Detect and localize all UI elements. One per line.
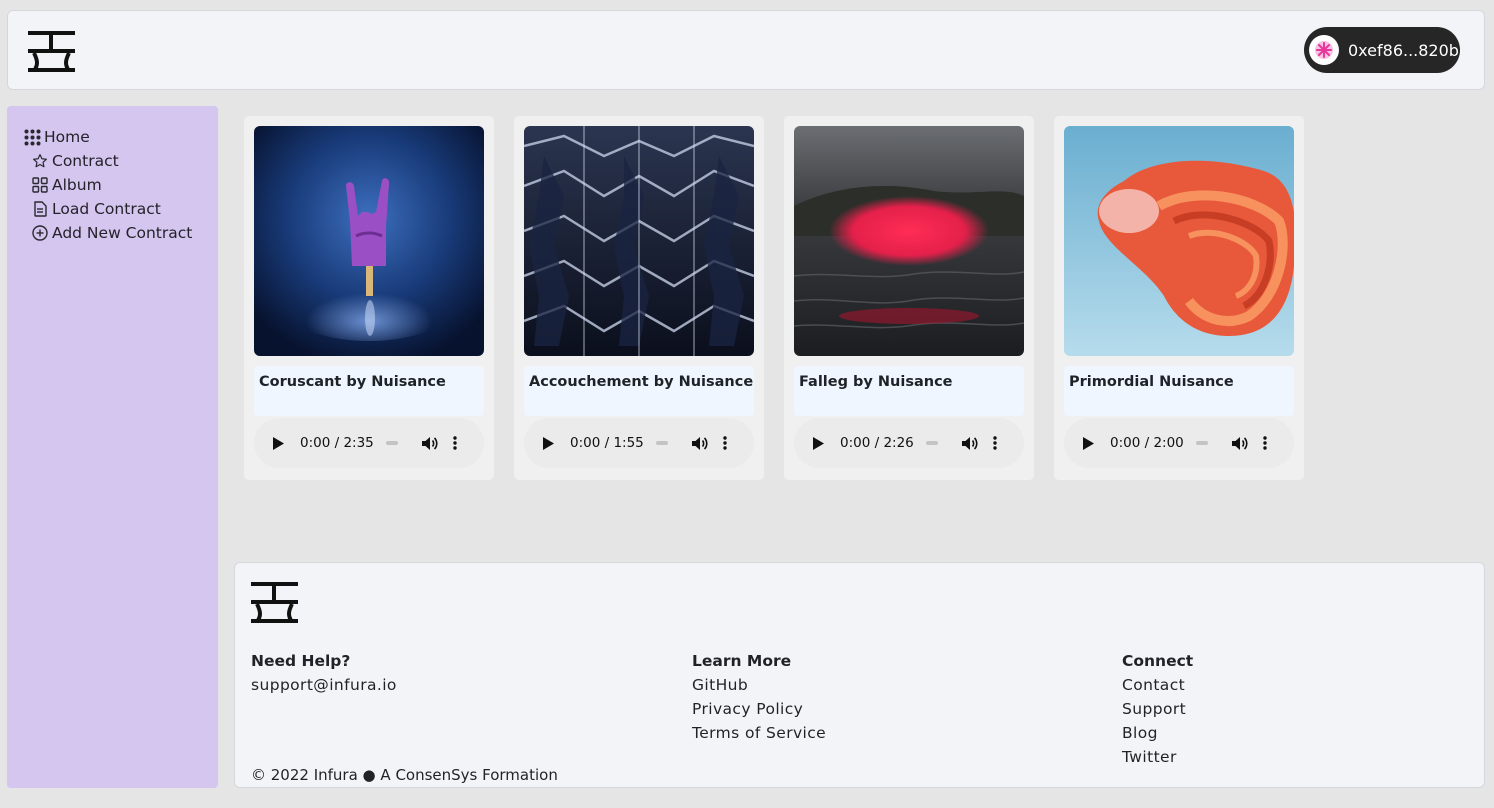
album-art-image[interactable]	[794, 126, 1024, 356]
audio-player[interactable]: 0:00 / 1:55	[524, 418, 754, 468]
privacy-policy-link[interactable]: Privacy Policy	[692, 697, 826, 721]
contact-link[interactable]: Contact	[1122, 673, 1193, 697]
playback-time: 0:00 / 2:00	[1110, 435, 1184, 451]
wallet-button[interactable]: 0xef86...820b	[1304, 27, 1460, 73]
play-icon[interactable]	[813, 436, 827, 450]
progress-slider[interactable]	[925, 441, 938, 445]
track-title-box: Primordial Nuisance	[1064, 366, 1294, 416]
document-icon	[31, 200, 49, 218]
more-options-icon[interactable]	[723, 436, 727, 450]
footer-connect-column: Connect Contact Support Blog Twitter	[1122, 649, 1193, 769]
footer-learn-column: Learn More GitHub Privacy Policy Terms o…	[692, 649, 826, 745]
grid-dots-icon	[23, 128, 41, 146]
github-link[interactable]: GitHub	[692, 673, 826, 697]
footer-learn-heading: Learn More	[692, 652, 792, 670]
sidebar-item-label: Add New Contract	[52, 224, 193, 242]
support-link[interactable]: Support	[1122, 697, 1193, 721]
album-art-image[interactable]	[254, 126, 484, 356]
progress-slider[interactable]	[655, 441, 668, 445]
grid-squares-icon	[31, 176, 49, 194]
album-art-image[interactable]	[1064, 126, 1294, 356]
sidebar-nav: Home Contract Album Load Contract Add Ne…	[23, 125, 192, 245]
footer-logo-icon[interactable]	[251, 582, 298, 628]
playback-time: 0:00 / 2:26	[840, 435, 914, 451]
sidebar-item-label: Contract	[52, 152, 119, 170]
audio-player[interactable]: 0:00 / 2:35	[254, 418, 484, 468]
wallet-avatar-icon	[1309, 35, 1339, 65]
track-title-box: Accouchement by Nuisance	[524, 366, 754, 416]
playback-time: 0:00 / 2:35	[300, 435, 374, 451]
sidebar-item-load-contract[interactable]: Load Contract	[23, 197, 192, 221]
sidebar-item-contract[interactable]: Contract	[23, 149, 192, 173]
track-card: Coruscant by Nuisance 0:00 / 2:35	[244, 116, 494, 480]
plus-circle-icon	[31, 224, 49, 242]
wallet-address: 0xef86...820b	[1348, 40, 1459, 60]
terms-of-service-link[interactable]: Terms of Service	[692, 721, 826, 745]
sidebar-item-label: Album	[52, 176, 102, 194]
volume-icon[interactable]	[691, 436, 709, 451]
twitter-link[interactable]: Twitter	[1122, 745, 1193, 769]
track-title-box: Falleg by Nuisance	[794, 366, 1024, 416]
play-icon[interactable]	[1083, 436, 1097, 450]
more-options-icon[interactable]	[1263, 436, 1267, 450]
track-title: Coruscant by Nuisance	[259, 374, 446, 390]
footer-help-heading: Need Help?	[251, 652, 351, 670]
volume-icon[interactable]	[1231, 436, 1249, 451]
track-card: Falleg by Nuisance 0:00 / 2:26	[784, 116, 1034, 480]
audio-player[interactable]: 0:00 / 2:00	[1064, 418, 1294, 468]
blog-link[interactable]: Blog	[1122, 721, 1193, 745]
copyright-text: © 2022 Infura ● A ConsenSys Formation	[251, 766, 558, 784]
logo-icon[interactable]	[28, 31, 75, 77]
track-card: Primordial Nuisance 0:00 / 2:00	[1054, 116, 1304, 480]
support-email-link[interactable]: support@infura.io	[251, 673, 397, 697]
play-icon[interactable]	[273, 436, 287, 450]
sidebar-item-album[interactable]: Album	[23, 173, 192, 197]
track-title: Falleg by Nuisance	[799, 374, 953, 390]
volume-icon[interactable]	[961, 436, 979, 451]
footer-help-column: Need Help? support@infura.io	[251, 649, 397, 697]
more-options-icon[interactable]	[993, 436, 997, 450]
playback-time: 0:00 / 1:55	[570, 435, 644, 451]
sidebar-item-label: Load Contract	[52, 200, 161, 218]
progress-slider[interactable]	[1195, 441, 1208, 445]
volume-icon[interactable]	[421, 436, 439, 451]
sidebar: Home Contract Album Load Contract Add Ne…	[7, 106, 218, 788]
sidebar-item-add-new-contract[interactable]: Add New Contract	[23, 221, 192, 245]
track-title: Accouchement by Nuisance	[529, 374, 754, 390]
play-icon[interactable]	[543, 436, 557, 450]
top-header: 0xef86...820b	[7, 10, 1485, 90]
footer-connect-heading: Connect	[1122, 652, 1194, 670]
track-card: Accouchement by Nuisance 0:00 / 1:55	[514, 116, 764, 480]
sidebar-item-home[interactable]: Home	[23, 125, 192, 149]
progress-slider[interactable]	[385, 441, 398, 445]
more-options-icon[interactable]	[453, 436, 457, 450]
track-title: Primordial Nuisance	[1069, 374, 1234, 390]
audio-player[interactable]: 0:00 / 2:26	[794, 418, 1024, 468]
star-icon	[31, 152, 49, 170]
footer: Need Help? support@infura.io Learn More …	[234, 562, 1485, 788]
track-title-box: Coruscant by Nuisance	[254, 366, 484, 416]
album-art-image[interactable]	[524, 126, 754, 356]
sidebar-item-label: Home	[44, 128, 90, 146]
